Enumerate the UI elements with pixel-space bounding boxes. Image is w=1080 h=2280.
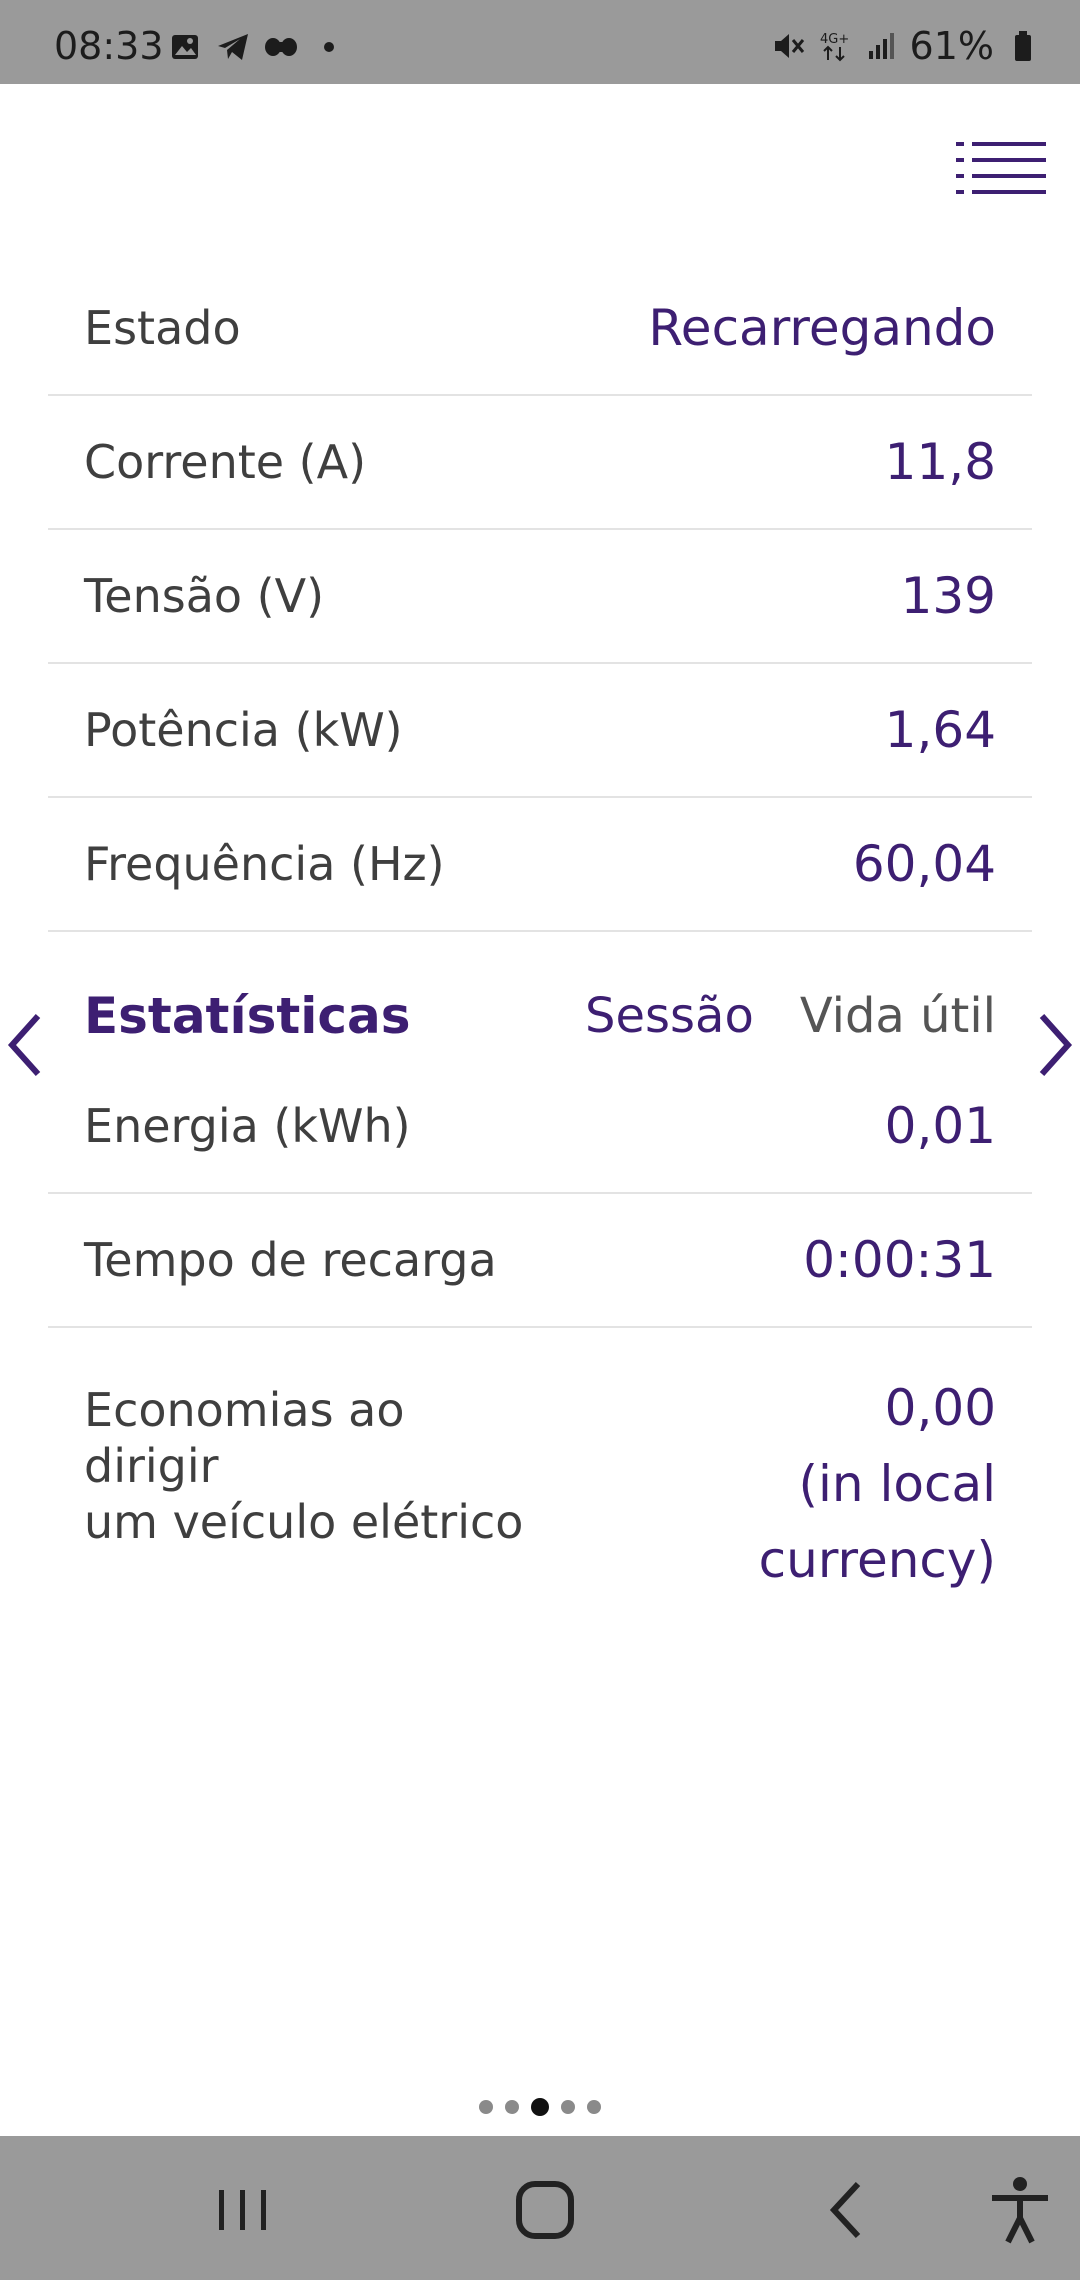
menu-button[interactable] <box>956 140 1046 196</box>
4g-icon: 4G+ <box>818 29 852 63</box>
accessibility-icon <box>992 2177 1048 2244</box>
page-indicator <box>0 2098 1080 2116</box>
recents-icon <box>219 2190 266 2230</box>
savings-unit: (in local currency) <box>758 1455 996 1589</box>
info-value: 60,04 <box>852 835 996 893</box>
savings-value-block: 0,00 (in local currency) <box>550 1370 996 1589</box>
info-row-frequencia: Frequência (Hz) 60,04 <box>48 798 1032 932</box>
info-value: Recarregando <box>648 299 996 357</box>
list-menu-icon <box>956 142 1046 194</box>
savings-value: 0,00 <box>884 1379 996 1437</box>
info-row-potencia: Potência (kW) 1,64 <box>48 664 1032 798</box>
info-value: 139 <box>900 567 996 625</box>
app-icon <box>264 30 298 64</box>
mute-icon <box>772 29 806 63</box>
info-label: Corrente (A) <box>84 435 367 489</box>
accessibility-button[interactable] <box>980 2170 1060 2250</box>
page-dot <box>479 2100 493 2114</box>
savings-label: Economias ao dirigir um veículo elétrico <box>84 1382 550 1549</box>
info-label: Frequência (Hz) <box>84 837 445 891</box>
gallery-icon <box>168 30 202 64</box>
previous-page-button[interactable] <box>4 1010 44 1080</box>
tab-lifetime[interactable]: Vida útil <box>800 988 996 1044</box>
info-label: Potência (kW) <box>84 703 403 757</box>
info-label: Tensão (V) <box>84 569 325 623</box>
chevron-right-icon <box>1039 1013 1073 1077</box>
recents-button[interactable] <box>203 2170 283 2250</box>
back-icon <box>829 2181 861 2239</box>
info-label: Estado <box>84 301 241 355</box>
telegram-icon <box>216 30 250 64</box>
stats-label: Tempo de recarga <box>84 1233 497 1287</box>
battery-icon <box>1006 29 1040 63</box>
home-icon <box>516 2181 574 2239</box>
next-page-button[interactable] <box>1036 1010 1076 1080</box>
page-dot <box>587 2100 601 2114</box>
info-value: 11,8 <box>884 433 996 491</box>
stats-value: 0,01 <box>884 1097 996 1155</box>
battery-percent: 61% <box>909 24 994 68</box>
notification-icons <box>168 30 346 64</box>
savings-label-line1: Economias ao dirigir <box>84 1383 405 1493</box>
savings-label-line2: um veículo elétrico <box>84 1495 524 1549</box>
system-icons: 4G+ 61% <box>772 24 1040 68</box>
dot-icon <box>312 30 346 64</box>
stats-label: Energia (kWh) <box>84 1099 411 1153</box>
info-row-corrente: Corrente (A) 11,8 <box>48 396 1032 530</box>
stats-header: Estatísticas Sessão Vida útil <box>48 966 1032 1066</box>
system-nav-bar <box>0 2136 1080 2280</box>
status-time: 08:33 <box>54 24 164 68</box>
stats-value: 0:00:31 <box>803 1231 996 1289</box>
chevron-left-icon <box>7 1013 41 1077</box>
page-dot <box>561 2100 575 2114</box>
page-dot <box>505 2100 519 2114</box>
page-dot-active <box>531 2098 549 2116</box>
stats-list: Energia (kWh) 0,01 Tempo de recarga 0:00… <box>48 1060 1032 1328</box>
info-row-estado: Estado Recarregando <box>48 262 1032 396</box>
stats-row-energia: Energia (kWh) 0,01 <box>48 1060 1032 1194</box>
status-bar: 08:33 4G+ 61% <box>0 0 1080 84</box>
charger-info-list: Estado Recarregando Corrente (A) 11,8 Te… <box>48 262 1032 932</box>
info-row-tensao: Tensão (V) 139 <box>48 530 1032 664</box>
info-value: 1,64 <box>884 701 996 759</box>
tab-session[interactable]: Sessão <box>585 988 754 1044</box>
home-button[interactable] <box>505 2170 585 2250</box>
stats-row-savings: Economias ao dirigir um veículo elétrico… <box>48 1330 1032 1589</box>
stats-row-tempo: Tempo de recarga 0:00:31 <box>48 1194 1032 1328</box>
back-button[interactable] <box>808 2170 888 2250</box>
svg-text:4G+: 4G+ <box>820 32 849 47</box>
stats-title: Estatísticas <box>84 987 411 1045</box>
signal-icon <box>864 29 898 63</box>
